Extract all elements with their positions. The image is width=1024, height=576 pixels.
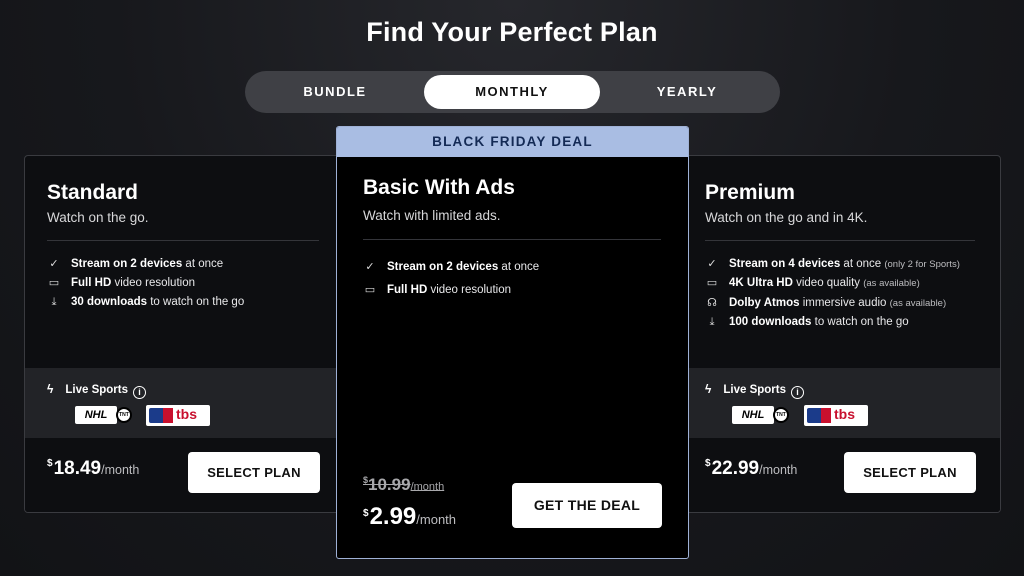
- info-icon[interactable]: i: [133, 386, 146, 399]
- monitor-icon: ▭: [706, 277, 718, 289]
- toggle-yearly[interactable]: YEARLY: [607, 71, 767, 113]
- feature-item: ☊ Dolby Atmos immersive audio (as availab…: [705, 296, 946, 309]
- tnt-logo: TNT: [116, 407, 132, 423]
- check-icon: ✓: [707, 258, 717, 270]
- tbs-logo: tbs: [176, 406, 197, 422]
- tbs-logo: tbs: [834, 406, 855, 422]
- check-icon: ✓: [49, 258, 59, 270]
- download-icon: ⤓: [51, 296, 57, 308]
- check-icon: ✓: [365, 261, 375, 273]
- feature-item: ▭ 4K Ultra HD video quality (as available…: [706, 277, 920, 289]
- info-icon[interactable]: i: [791, 386, 804, 399]
- plan-name: Premium: [705, 181, 795, 204]
- feature-item: ✓ Stream on 2 devices at once: [363, 260, 539, 273]
- plan-tagline: Watch on the go and in 4K.: [705, 210, 868, 225]
- feature-item: ✓ Stream on 2 devices at once: [47, 257, 223, 270]
- feature-item: ⤓ 30 downloads to watch on the go: [47, 296, 245, 309]
- plan-card-standard: Standard Watch on the go. ✓ Stream on 2 d…: [24, 155, 346, 513]
- black-friday-banner: BLACK FRIDAY DEAL: [337, 127, 688, 157]
- deal-price: $2.99/month: [363, 503, 457, 530]
- nhl-logo: NHL: [732, 406, 774, 424]
- get-the-deal-button[interactable]: GET THE DEAL: [512, 483, 662, 528]
- live-sports-title: ϟ Live Sports i: [47, 382, 146, 399]
- toggle-monthly[interactable]: MONTHLY: [424, 75, 600, 109]
- nhl-logo: NHL: [75, 406, 117, 424]
- divider: [363, 239, 661, 240]
- plan-tagline: Watch on the go.: [47, 210, 149, 225]
- toggle-bundle[interactable]: BUNDLE: [255, 71, 415, 113]
- plan-price: $18.49/month: [47, 458, 140, 479]
- divider: [705, 240, 975, 241]
- billing-toggle: BUNDLE MONTHLY YEARLY: [245, 71, 780, 113]
- feature-item: ▭ Full HD video resolution: [364, 284, 511, 296]
- monitor-icon: ▭: [364, 284, 376, 296]
- mlb-logo: [807, 408, 831, 423]
- feature-item: ⤓ 100 downloads to watch on the go: [705, 316, 909, 329]
- mlb-tbs-logo: tbs: [146, 405, 210, 426]
- page-title: Find Your Perfect Plan: [366, 17, 658, 47]
- select-plan-button[interactable]: SELECT PLAN: [188, 452, 320, 493]
- live-sports-title: ϟ Live Sports i: [705, 382, 804, 399]
- mlb-tbs-logo: tbs: [804, 405, 868, 426]
- live-sports-section: ϟ Live Sports i NHL TNT tbs: [25, 368, 345, 438]
- download-icon: ⤓: [709, 316, 715, 328]
- plan-price: $22.99/month: [705, 458, 798, 479]
- divider: [47, 240, 319, 241]
- lightning-icon: ϟ: [705, 382, 712, 396]
- lightning-icon: ϟ: [47, 382, 54, 396]
- mlb-logo: [149, 408, 173, 423]
- plan-card-premium: Premium Watch on the go and in 4K. ✓ Stre…: [680, 155, 1001, 513]
- plan-name: Standard: [47, 181, 139, 204]
- headphones-icon: ☊: [707, 297, 717, 309]
- plan-tagline: Watch with limited ads.: [363, 208, 501, 223]
- feature-item: ✓ Stream on 4 devices at once (only 2 for…: [705, 257, 959, 270]
- original-price: $10.99/month: [363, 475, 445, 494]
- live-sports-section: ϟ Live Sports i NHL TNT tbs: [681, 368, 1000, 438]
- feature-item: ▭ Full HD video resolution: [48, 277, 195, 289]
- select-plan-button[interactable]: SELECT PLAN: [844, 452, 976, 493]
- plan-card-basic-with-ads: BLACK FRIDAY DEAL Basic With Ads Watch w…: [336, 126, 689, 559]
- monitor-icon: ▭: [48, 277, 60, 289]
- price-area: $22.99/month SELECT PLAN: [681, 438, 1000, 512]
- price-area: $18.49/month SELECT PLAN: [25, 438, 345, 512]
- tnt-logo: TNT: [773, 407, 789, 423]
- plan-name: Basic With Ads: [363, 176, 515, 199]
